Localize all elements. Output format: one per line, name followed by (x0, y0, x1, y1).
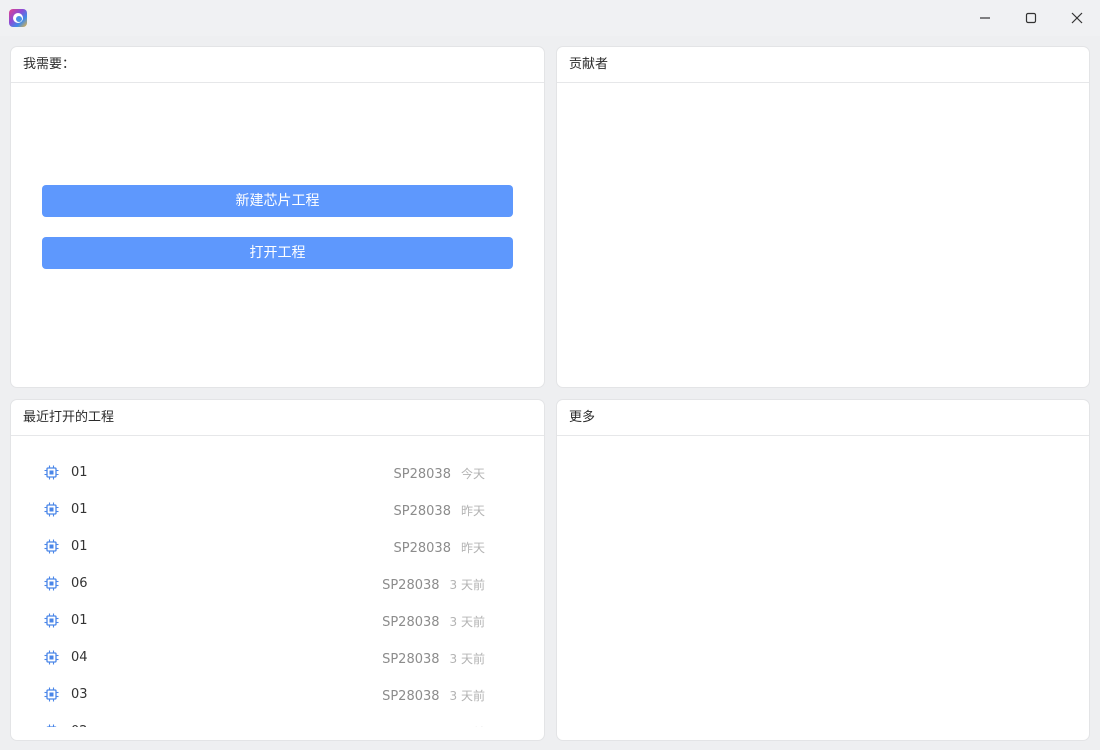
close-button[interactable] (1054, 0, 1100, 36)
recent-project-item-5[interactable]: 01 SP28038 3 天前 (11, 602, 544, 639)
recent-project-name: 06 (71, 576, 88, 591)
maximize-icon (1025, 12, 1037, 24)
recent-project-chip-model: SP28038 (382, 652, 440, 667)
recent-project-chip-model: SP28038 (382, 726, 439, 727)
recent-project-chip-model: SP28038 (382, 689, 440, 704)
recent-project-name: 01 (71, 502, 88, 517)
recent-project-item-2[interactable]: 01 SP28038 昨天 (11, 491, 544, 528)
contributors-panel: 贡献者 (556, 46, 1090, 388)
recent-project-meta: SP28038 今天 (394, 454, 485, 493)
recent-project-meta: SP28038 3 天前 (382, 565, 485, 604)
chip-icon (44, 576, 59, 591)
contributors-panel-title: 贡献者 (557, 47, 1089, 83)
chip-icon (44, 465, 59, 480)
recent-project-meta: SP28038 3 天前 (382, 713, 485, 727)
chip-icon (44, 539, 59, 554)
recent-project-item-7[interactable]: 03 SP28038 3 天前 (11, 676, 544, 713)
recent-project-name: 01 (71, 465, 88, 480)
recent-project-name: 03 (71, 687, 88, 702)
recent-project-time: 3 天前 (449, 615, 485, 629)
recent-project-name: 04 (71, 650, 88, 665)
app-logo-icon (9, 9, 27, 27)
recent-project-time: 昨天 (460, 541, 485, 555)
recent-project-item-6[interactable]: 04 SP28038 3 天前 (11, 639, 544, 676)
close-icon (1071, 12, 1083, 24)
recent-project-meta: SP28038 3 天前 (382, 639, 485, 678)
recent-project-name: 01 (71, 539, 88, 554)
recent-project-item-8[interactable]: 02 SP28038 3 天前 (11, 713, 544, 727)
recent-project-item-1[interactable]: 01 SP28038 今天 (11, 454, 544, 491)
open-project-button[interactable]: 打开工程 (42, 237, 513, 269)
recent-project-chip-model: SP28038 (393, 467, 451, 482)
recent-project-name: 02 (71, 713, 88, 727)
chip-icon (44, 650, 59, 665)
more-panel: 更多 (556, 399, 1090, 741)
recent-project-item-4[interactable]: 06 SP28038 3 天前 (11, 565, 544, 602)
more-panel-title: 更多 (557, 400, 1089, 436)
recent-project-name: 01 (71, 613, 88, 628)
recent-project-time: 3 天前 (449, 652, 485, 666)
recent-project-item-3[interactable]: 01 SP28038 昨天 (11, 528, 544, 565)
recent-project-time: 昨天 (460, 504, 485, 518)
chip-icon (44, 687, 59, 702)
recent-projects-panel: 最近打开的工程 01 SP28038 今天 01 SP28038 昨天 01 S… (10, 399, 545, 741)
maximize-button[interactable] (1008, 0, 1054, 36)
recent-project-time: 3 天前 (450, 726, 485, 727)
recent-project-chip-model: SP28038 (382, 615, 440, 630)
recent-project-time: 3 天前 (449, 578, 485, 592)
recent-project-time: 3 天前 (449, 689, 485, 703)
recent-project-meta: SP28038 昨天 (394, 491, 485, 530)
need-panel-title: 我需要： (11, 47, 544, 83)
chip-icon (44, 502, 59, 517)
chip-icon (46, 724, 57, 727)
recent-project-meta: SP28038 3 天前 (382, 602, 485, 641)
recent-projects-panel-title: 最近打开的工程 (11, 400, 544, 436)
need-panel: 我需要： 新建芯片工程 打开工程 (10, 46, 545, 388)
recent-projects-list: 01 SP28038 今天 01 SP28038 昨天 01 SP28038 昨… (11, 436, 544, 727)
title-bar (0, 0, 1100, 36)
recent-project-chip-model: SP28038 (382, 578, 440, 593)
recent-project-chip-model: SP28038 (393, 504, 451, 519)
minimize-icon (980, 17, 990, 19)
new-chip-project-button[interactable]: 新建芯片工程 (42, 185, 513, 217)
recent-project-chip-model: SP28038 (393, 541, 451, 556)
recent-project-time: 今天 (460, 467, 485, 481)
recent-project-meta: SP28038 3 天前 (382, 676, 485, 715)
recent-project-meta: SP28038 昨天 (394, 528, 485, 567)
minimize-button[interactable] (962, 0, 1008, 36)
chip-icon (44, 613, 59, 628)
